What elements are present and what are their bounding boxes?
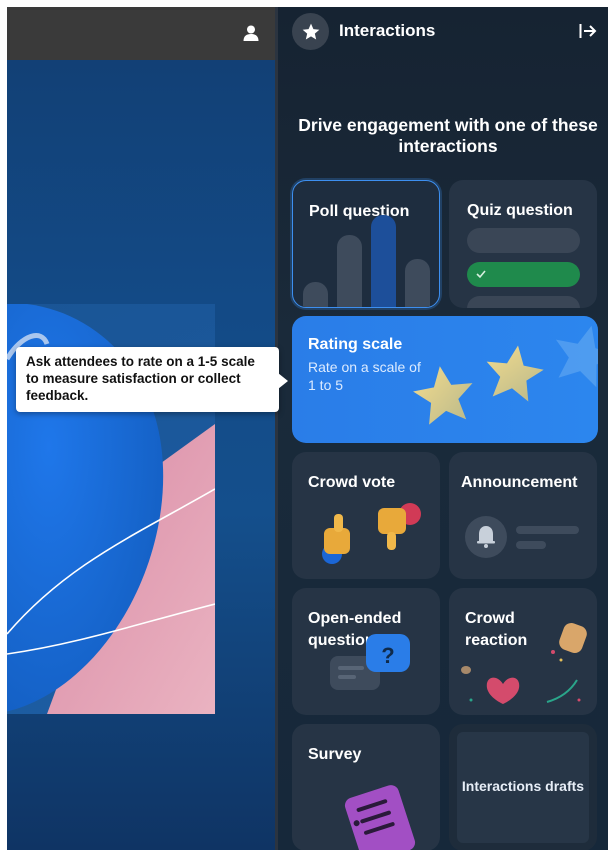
survey-card[interactable]: Survey: [292, 724, 440, 850]
svg-text:?: ?: [381, 643, 394, 668]
drafts-label: Interactions drafts: [461, 778, 585, 794]
interactions-drafts-card[interactable]: Interactions drafts: [449, 724, 597, 850]
survey-icon: [344, 785, 416, 850]
star-icon: [302, 23, 319, 39]
quiz-option-correct: [467, 262, 580, 287]
bell-icon: [465, 516, 579, 558]
rating-scale-card[interactable]: Rating scale Rate on a scale of 1 to 5: [292, 316, 598, 443]
interactions-badge: [292, 13, 329, 50]
quiz-option: [467, 296, 580, 308]
stage-topbar: [7, 7, 275, 60]
announcement-card[interactable]: Announcement: [449, 452, 597, 579]
crowd-vote-card[interactable]: Crowd vote: [292, 452, 440, 579]
panel-header: Interactions: [278, 7, 608, 57]
open-ended-question-card[interactable]: Open-ended question ?: [292, 588, 440, 715]
exit-panel-icon[interactable]: [578, 21, 598, 41]
interactions-panel: Interactions Drive engagement with one o…: [278, 7, 608, 850]
reaction-icon: [461, 622, 587, 704]
poll-bar: [405, 259, 430, 307]
crowd-reaction-card[interactable]: Crowd reaction: [449, 588, 597, 715]
poll-bar: [303, 282, 328, 307]
question-icon: ?: [330, 634, 410, 690]
thumbs-icon: [322, 503, 421, 564]
card-title: Poll question: [309, 203, 410, 220]
poll-question-card[interactable]: Poll question: [292, 180, 440, 308]
rating-scale-tooltip: Ask attendees to rate on a 1-5 scale to …: [16, 347, 288, 412]
star-icon: [413, 325, 598, 425]
quiz-question-card[interactable]: Quiz question: [449, 180, 597, 308]
panel-headline: Drive engagement with one of these inter…: [298, 115, 598, 156]
check-icon: [476, 270, 486, 279]
tooltip-text: Ask attendees to rate on a 1-5 scale to …: [26, 354, 255, 403]
user-icon[interactable]: [241, 23, 261, 43]
poll-bar: [371, 215, 396, 307]
stage-preview: [7, 7, 275, 850]
app-frame: Interactions Drive engagement with one o…: [7, 7, 608, 850]
panel-title: Interactions: [339, 21, 436, 40]
poll-bar: [337, 235, 362, 307]
card-title: Quiz question: [467, 202, 573, 219]
quiz-option: [467, 228, 580, 253]
